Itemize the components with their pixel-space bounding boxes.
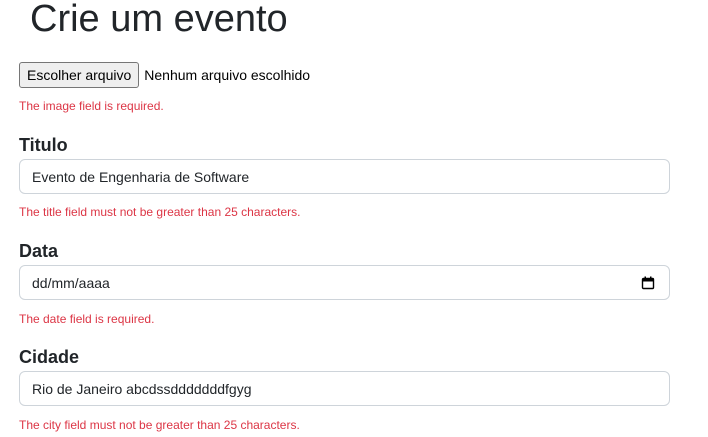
cidade-label: Cidade [19, 347, 80, 367]
titulo-input[interactable]: Evento de Engenharia de Software [19, 159, 670, 194]
page: Crie um evento Escolher arquivo Nenhum a… [0, 0, 708, 437]
image-error: The image field is required. [19, 99, 164, 113]
data-input-value: dd/mm/aaaa [32, 274, 110, 291]
calendar-icon[interactable] [641, 276, 655, 290]
titulo-label: Titulo [19, 135, 68, 155]
data-input[interactable]: dd/mm/aaaa [19, 265, 670, 300]
cidade-input-value: Rio de Janeiro abcdssdddddddfgyg [32, 380, 252, 397]
page-title: Crie um evento [30, 0, 288, 40]
choose-file-button[interactable]: Escolher arquivo [19, 61, 140, 88]
cidade-error: The city field must not be greater than … [19, 418, 300, 432]
titulo-error: The title field must not be greater than… [19, 205, 301, 219]
data-error: The date field is required. [19, 312, 155, 326]
cidade-input[interactable]: Rio de Janeiro abcdssdddddddfgyg [19, 371, 670, 406]
data-label: Data [19, 241, 59, 261]
image-file-input[interactable]: Escolher arquivo Nenhum arquivo escolhid… [19, 61, 310, 88]
file-status-text: Nenhum arquivo escolhido [144, 66, 311, 83]
titulo-input-value: Evento de Engenharia de Software [32, 168, 250, 185]
